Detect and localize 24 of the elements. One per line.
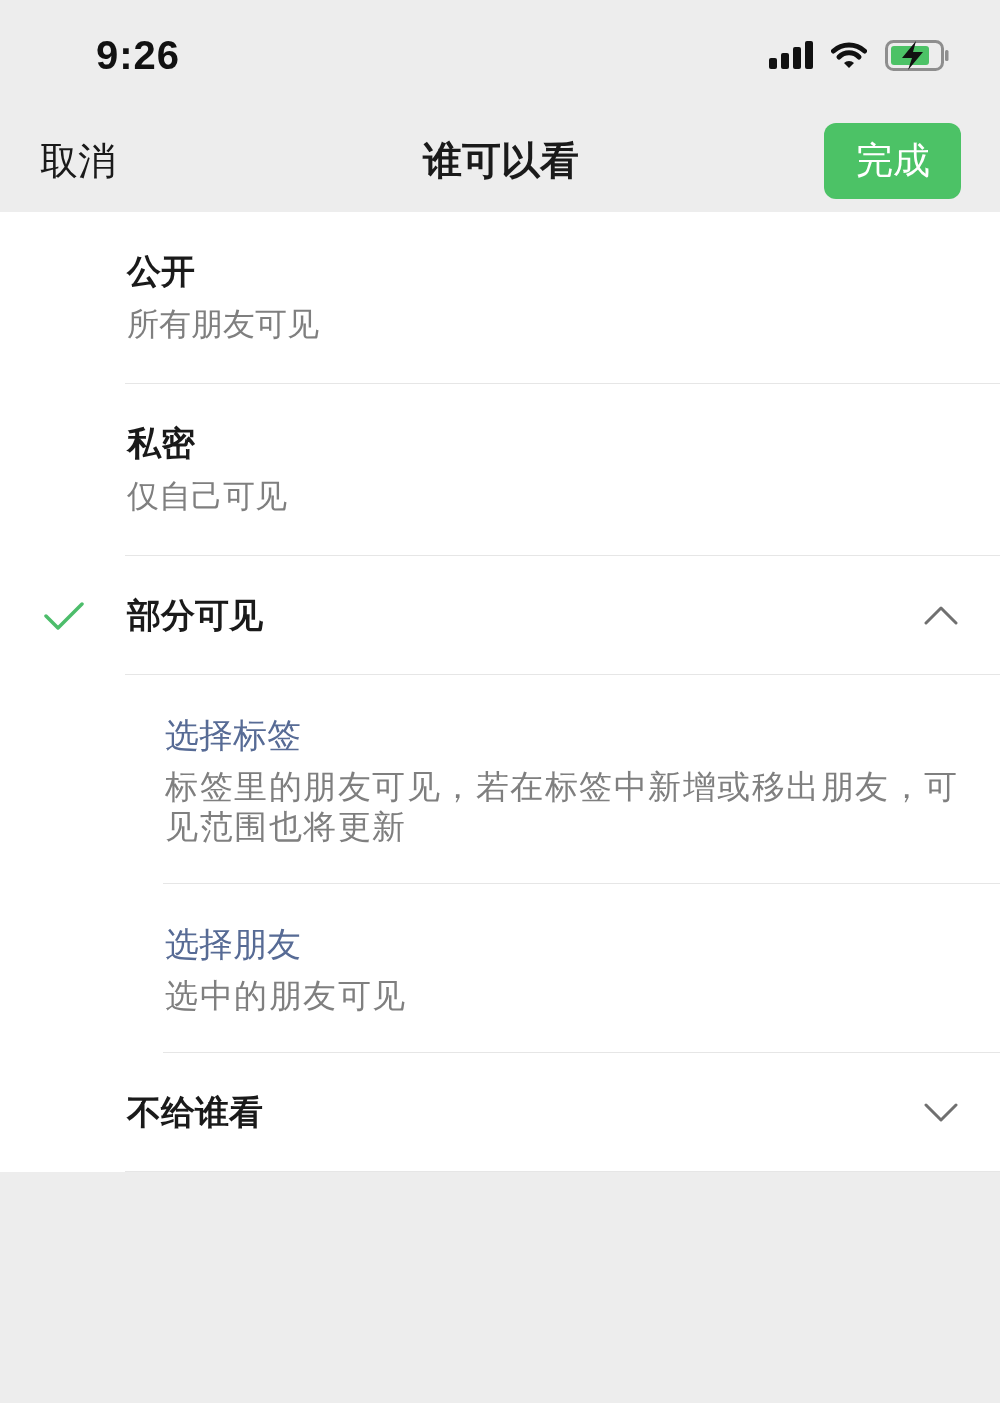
sub-option-title: 选择标签 — [165, 715, 302, 756]
option-title: 公开 — [127, 251, 196, 292]
status-time: 9:26 — [96, 32, 181, 78]
option-title: 私密 — [127, 423, 196, 464]
page-title: 谁可以看 — [422, 138, 579, 184]
cancel-button[interactable]: 取消 — [40, 135, 116, 187]
sub-option[interactable]: 选择朋友 选中的朋友可见 — [0, 884, 1000, 1053]
battery-charging-icon — [885, 39, 949, 71]
sub-option-description: 选中的朋友可见 — [165, 976, 408, 1016]
option-description: 仅自己可见 — [127, 477, 287, 516]
option-title: 不给谁看 — [127, 1092, 263, 1133]
wifi-icon — [831, 41, 867, 69]
visibility-option[interactable]: 公开 所有朋友可见 — [0, 212, 1000, 384]
visibility-option[interactable]: 不给谁看 — [0, 1053, 1000, 1172]
sub-option[interactable]: 选择标签 标签里的朋友可见，若在标签中新增或移出朋友，可见范围也将更新 — [0, 675, 1000, 884]
chevron-down-icon[interactable] — [924, 1102, 958, 1122]
sub-option-title: 选择朋友 — [165, 924, 302, 965]
visibility-option[interactable]: 私密 仅自己可见 — [0, 384, 1000, 556]
chevron-up-icon[interactable] — [924, 605, 958, 625]
option-title: 部分可见 — [127, 595, 263, 636]
signal-icon — [769, 41, 813, 69]
sub-option-description: 标签里的朋友可见，若在标签中新增或移出朋友，可见范围也将更新 — [165, 767, 960, 847]
option-description: 所有朋友可见 — [127, 305, 319, 344]
visibility-option[interactable]: 部分可见 — [0, 556, 1000, 675]
